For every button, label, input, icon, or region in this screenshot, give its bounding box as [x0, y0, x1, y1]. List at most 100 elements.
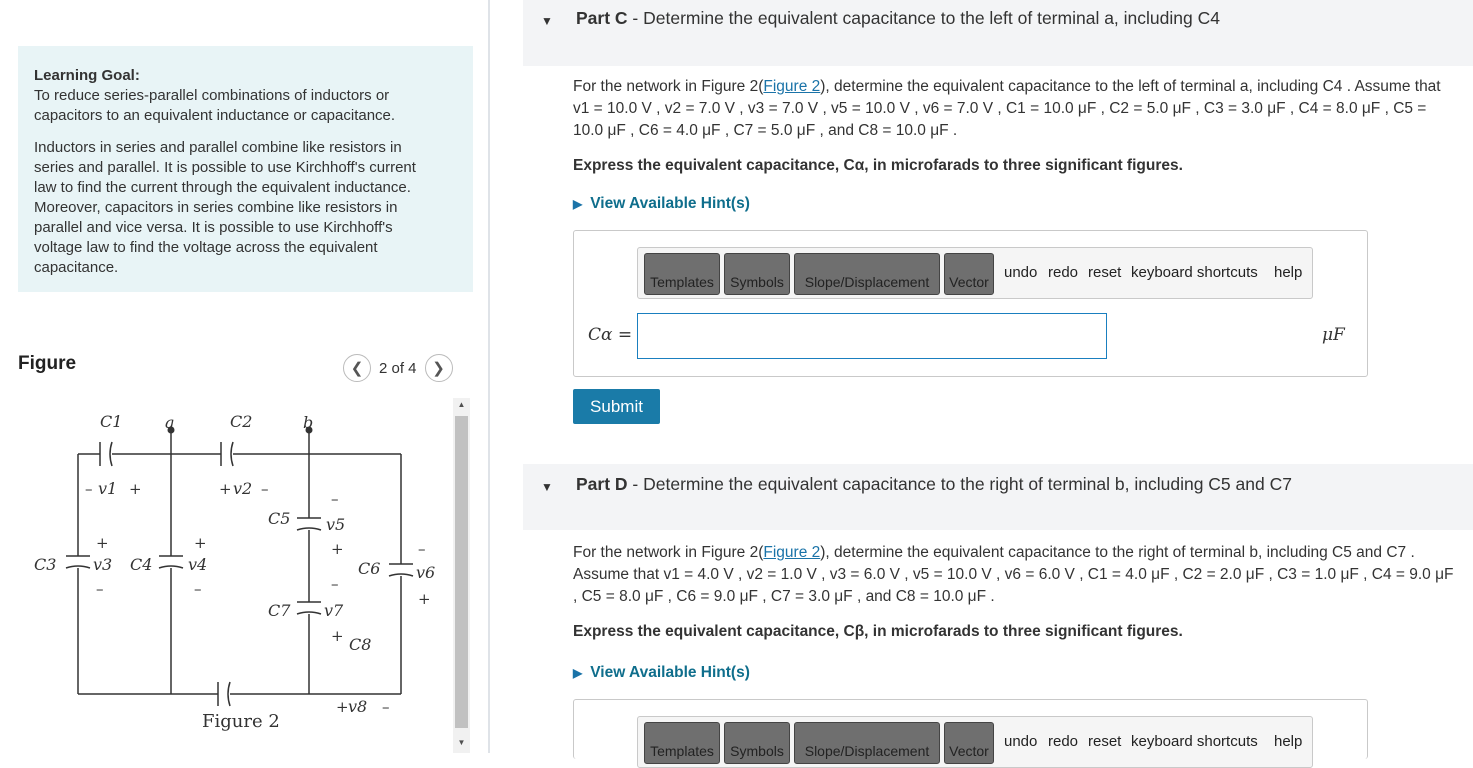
- keyboard-shortcuts-button[interactable]: keyboard shortcuts: [1131, 733, 1258, 750]
- learning-goal-box: Learning Goal: To reduce series-parallel…: [18, 46, 473, 292]
- submit-button[interactable]: Submit: [573, 389, 660, 424]
- answer-input[interactable]: [637, 313, 1107, 359]
- part-c-answer-box: Templates Symbols Slope/Displacement Vec…: [573, 230, 1368, 377]
- expand-triangle-icon: ▶: [573, 666, 583, 680]
- svg-text:+: +: [336, 698, 349, 716]
- help-button[interactable]: help: [1274, 264, 1302, 281]
- prev-figure-button[interactable]: ❮: [343, 354, 371, 382]
- part-c-intro: For the network in Figure 2(: [573, 78, 764, 95]
- label-v2: v2: [233, 479, 252, 498]
- reset-button[interactable]: reset: [1088, 264, 1121, 281]
- part-c-header[interactable]: ▼ Part C - Determine the equivalent capa…: [523, 0, 1473, 66]
- label-c3: C3: [34, 555, 56, 574]
- templates-button[interactable]: Templates: [644, 253, 720, 295]
- label-c8: C8: [349, 635, 371, 654]
- left-panel: Learning Goal: To reduce series-parallel…: [0, 0, 488, 753]
- reset-button[interactable]: reset: [1088, 733, 1121, 750]
- symbols-button[interactable]: Symbols: [724, 253, 790, 295]
- svg-text:+: +: [418, 590, 431, 608]
- chevron-right-icon: ❯: [432, 360, 445, 377]
- part-c-instruction: Express the equivalent capacitance, Cα, …: [573, 157, 1183, 174]
- answer-unit: μF: [1322, 325, 1345, 345]
- keyboard-shortcuts-button[interactable]: keyboard shortcuts: [1131, 264, 1258, 281]
- undo-button[interactable]: undo: [1004, 733, 1037, 750]
- part-c-title: - Determine the equivalent capacitance t…: [627, 8, 1220, 28]
- figure-title: Figure: [18, 353, 77, 374]
- figure-2-link[interactable]: Figure 2: [763, 78, 820, 95]
- math-toolbar: Templates Symbols Slope/Displacement Vec…: [637, 716, 1313, 768]
- svg-text:+: +: [96, 534, 109, 552]
- vector-button[interactable]: Vector: [944, 253, 994, 295]
- part-c-problem: For the network in Figure 2(Figure 2), d…: [573, 76, 1458, 142]
- part-c-hint-label: View Available Hint(s): [590, 195, 750, 212]
- templates-button[interactable]: Templates: [644, 722, 720, 764]
- vector-button[interactable]: Vector: [944, 722, 994, 764]
- learning-goal-text-1: To reduce series-parallel combinations o…: [34, 87, 396, 124]
- scroll-up-icon[interactable]: ▲: [453, 400, 470, 409]
- learning-goal-heading: Learning Goal:: [34, 67, 140, 84]
- part-c-hint-link[interactable]: ▶ View Available Hint(s): [573, 195, 750, 213]
- collapse-triangle-icon[interactable]: ▼: [541, 480, 553, 494]
- figure-scrollbar[interactable]: ▲ ▼: [453, 398, 470, 753]
- chevron-left-icon: ❮: [350, 360, 364, 377]
- redo-button[interactable]: redo: [1048, 733, 1078, 750]
- panel-divider: [488, 0, 490, 753]
- slope-displacement-button[interactable]: Slope/Displacement: [794, 253, 940, 295]
- label-v6: v6: [416, 563, 435, 582]
- scroll-down-icon[interactable]: ▼: [453, 738, 470, 747]
- svg-text:+: +: [331, 540, 344, 558]
- part-d-label: Part D: [576, 474, 628, 494]
- part-d-intro: For the network in Figure 2(: [573, 544, 764, 561]
- label-v5: v5: [326, 515, 345, 534]
- part-d-header[interactable]: ▼ Part D - Determine the equivalent capa…: [523, 464, 1473, 530]
- svg-text:–: –: [382, 698, 390, 716]
- collapse-triangle-icon[interactable]: ▼: [541, 14, 553, 28]
- part-d-title: - Determine the equivalent capacitance t…: [627, 474, 1292, 494]
- part-d-instruction: Express the equivalent capacitance, Cβ, …: [573, 623, 1183, 640]
- part-d-problem: For the network in Figure 2(Figure 2), d…: [573, 542, 1458, 608]
- learning-goal-text-2: Inductors in series and parallel combine…: [34, 139, 416, 276]
- figure-image: C1 a C2 b v1 v2 C5 v5 C3 v3 C4 v4 C6 v6 …: [18, 394, 453, 753]
- next-figure-button[interactable]: ❯: [424, 354, 453, 382]
- redo-button[interactable]: redo: [1048, 264, 1078, 281]
- svg-text:–: –: [194, 580, 202, 598]
- label-c1: C1: [100, 412, 122, 431]
- svg-text:–: –: [331, 490, 339, 508]
- part-d-hint-label: View Available Hint(s): [590, 664, 750, 681]
- svg-text:–: –: [418, 540, 426, 558]
- svg-text:–: –: [96, 580, 104, 598]
- svg-text:–: –: [85, 480, 93, 498]
- svg-text:+: +: [129, 480, 142, 498]
- part-d-hint-link[interactable]: ▶ View Available Hint(s): [573, 664, 750, 682]
- svg-text:–: –: [261, 480, 269, 498]
- svg-text:–: –: [331, 575, 339, 593]
- label-c5: C5: [268, 509, 290, 528]
- part-d-answer-box: Templates Symbols Slope/Displacement Vec…: [573, 699, 1368, 768]
- label-a: a: [165, 413, 175, 432]
- label-c6: C6: [358, 559, 380, 578]
- undo-button[interactable]: undo: [1004, 264, 1037, 281]
- svg-text:+: +: [219, 480, 232, 498]
- math-toolbar: Templates Symbols Slope/Displacement Vec…: [637, 247, 1313, 299]
- label-c4: C4: [130, 555, 152, 574]
- expand-triangle-icon: ▶: [573, 197, 583, 211]
- symbols-button[interactable]: Symbols: [724, 722, 790, 764]
- svg-text:+: +: [194, 534, 207, 552]
- part-c-label: Part C: [576, 8, 628, 28]
- label-v7: v7: [324, 601, 344, 620]
- slope-displacement-button[interactable]: Slope/Displacement: [794, 722, 940, 764]
- figure-page-indicator: 2 of 4: [379, 359, 417, 377]
- label-c7: C7: [268, 601, 291, 620]
- scroll-thumb[interactable]: [455, 416, 468, 728]
- label-c2: C2: [230, 412, 252, 431]
- label-v4: v4: [188, 555, 207, 574]
- figure-caption: Figure 2: [202, 711, 280, 732]
- circuit-diagram: C1 a C2 b v1 v2 C5 v5 C3 v3 C4 v4 C6 v6 …: [34, 412, 435, 732]
- figure-2-link[interactable]: Figure 2: [763, 544, 820, 561]
- label-v1: v1: [98, 479, 117, 498]
- label-v3: v3: [93, 555, 112, 574]
- help-button[interactable]: help: [1274, 733, 1302, 750]
- svg-text:+: +: [331, 627, 344, 645]
- answer-variable-label: Cα =: [588, 325, 633, 345]
- figure-pager: ❮ 2 of 4 ❯: [343, 354, 453, 382]
